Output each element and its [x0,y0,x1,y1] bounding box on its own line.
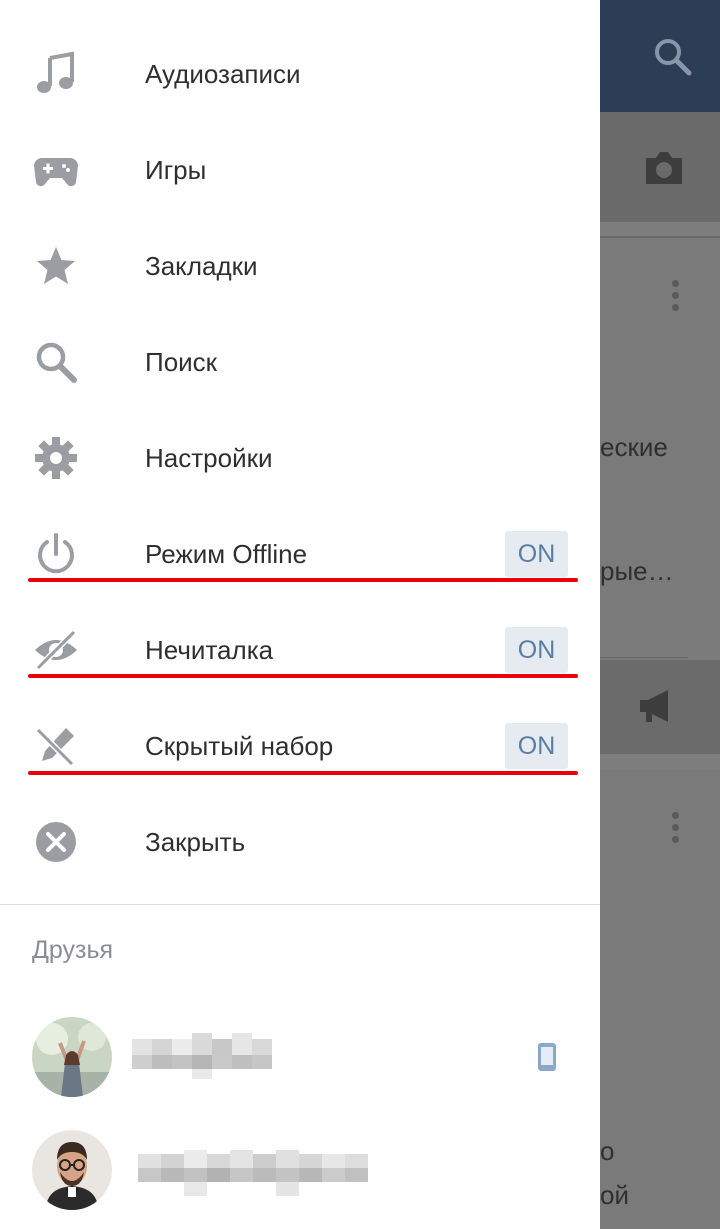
friend-list-item[interactable] [0,1002,600,1112]
menu-item-hidden-typing[interactable]: Скрытый набор ON [0,698,600,794]
menu-item-settings[interactable]: Настройки [0,410,600,506]
hidden-name-pixelated [132,1033,272,1079]
highlight-underline [28,578,578,582]
menu-item-bookmarks[interactable]: Закладки [0,218,600,314]
more-vertical-icon [672,280,680,316]
background-card [600,770,720,1229]
menu-item-label: Закрыть [145,827,246,857]
menu-item-label: Закладки [145,251,258,281]
gamepad-icon [32,146,80,194]
star-icon [32,242,80,290]
music-note-icon [32,50,80,98]
menu-item-label: Настройки [145,443,273,473]
section-divider [0,904,600,905]
search-icon [32,338,80,386]
background-divider [600,657,688,658]
background-text: о [600,1136,615,1166]
hidden-typing-toggle[interactable]: ON [505,723,568,769]
menu-item-close[interactable]: Закрыть [0,794,600,890]
hidden-name-pixelated [138,1150,368,1196]
background-text: рые… [600,556,674,586]
more-vertical-icon [672,812,680,848]
menu-item-label: Нечиталка [145,635,274,665]
pencil-off-icon [32,722,80,770]
mobile-phone-icon [538,1043,556,1071]
power-icon [32,530,80,578]
menu-item-games[interactable]: Игры [0,122,600,218]
avatar[interactable] [32,1017,112,1097]
megaphone-icon [640,690,668,722]
menu-item-search[interactable]: Поиск [0,314,600,410]
highlight-underline [28,674,578,678]
menu-item-label: Скрытый набор [145,731,334,761]
highlight-underline [28,771,578,775]
background-text: ой [600,1180,629,1210]
menu-item-offline-mode[interactable]: Режим Offline ON [0,506,600,602]
menu-item-label: Режим Offline [145,539,308,569]
camera-icon [646,152,682,184]
eye-off-icon [32,626,80,674]
friend-list-item[interactable] [0,1112,600,1222]
background-text: еские [600,432,668,462]
unread-mode-toggle[interactable]: ON [505,627,568,673]
avatar[interactable] [32,1130,112,1210]
friends-section-title: Друзья [32,936,114,964]
menu-item-unread-mode[interactable]: Нечиталка ON [0,602,600,698]
menu-item-audio[interactable]: Аудиозаписи [0,26,600,122]
search-icon [655,39,692,76]
menu-item-label: Поиск [145,347,218,377]
offline-mode-toggle[interactable]: ON [505,531,568,577]
close-circle-icon [32,818,80,866]
menu-item-label: Игры [145,155,207,185]
navigation-drawer: Аудиозаписи Игры Закладки Поиск Настройк… [0,0,600,1229]
menu-item-label: Аудиозаписи [145,59,301,89]
gear-icon [32,434,80,482]
